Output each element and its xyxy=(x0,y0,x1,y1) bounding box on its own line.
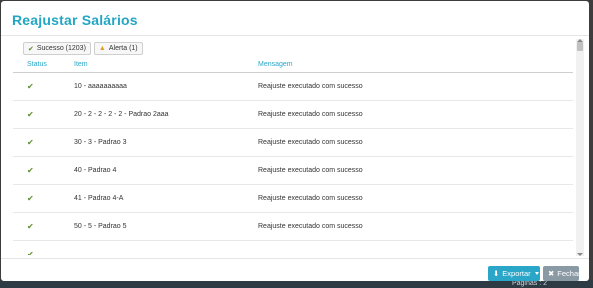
close-button[interactable]: ✖ Fechar xyxy=(543,266,581,281)
status-cell: ✔ xyxy=(13,128,74,157)
message-cell: Reajuste executado com sucesso xyxy=(258,212,573,241)
check-icon: ✔ xyxy=(27,138,34,147)
reajustar-salarios-modal: Reajustar Salários ✔ Sucesso (1203) ▲ Al… xyxy=(1,1,589,281)
results-table-container[interactable]: Status Item Mensagem ✔ 10 - aaaaaaaaaa R… xyxy=(13,57,573,255)
modal-title: Reajustar Salários xyxy=(12,12,138,28)
table-header-row: Status Item Mensagem xyxy=(13,57,573,73)
scroll-down-arrow-icon[interactable] xyxy=(577,253,583,256)
filter-alert-button[interactable]: ▲ Alerta (1) xyxy=(93,42,143,55)
vertical-scrollbar[interactable] xyxy=(576,39,584,256)
filter-success-label: Sucesso (1203) xyxy=(36,45,86,52)
status-cell: ✔ xyxy=(13,240,74,255)
download-icon: ⬇ xyxy=(493,269,500,278)
result-filters: ✔ Sucesso (1203) ▲ Alerta (1) xyxy=(23,42,143,55)
check-icon: ✔ xyxy=(27,110,34,119)
item-cell xyxy=(74,240,258,255)
table-row: ✔ 30 - 3 - Padrao 3 Reajuste executado c… xyxy=(13,128,573,157)
message-cell: Reajuste executado com sucesso xyxy=(258,100,573,129)
message-cell: Reajuste executado com sucesso xyxy=(258,156,573,185)
table-row: ✔ xyxy=(13,240,573,255)
chevron-down-icon xyxy=(534,272,539,275)
scrollbar-thumb[interactable] xyxy=(577,42,583,51)
check-icon: ✔ xyxy=(27,194,34,203)
item-cell: 20 - 2 - 2 - 2 - 2 - Padrao 2aaa xyxy=(74,100,258,129)
check-icon: ✔ xyxy=(27,250,34,255)
background-page-strip: Páginas : 2 xyxy=(0,280,593,288)
item-cell: 41 - Padrao 4-A xyxy=(74,184,258,213)
table-row: ✔ 10 - aaaaaaaaaa Reajuste executado com… xyxy=(13,72,573,101)
item-cell: 30 - 3 - Padrao 3 xyxy=(74,128,258,157)
item-cell: 10 - aaaaaaaaaa xyxy=(74,72,258,101)
table-row: ✔ 41 - Padrao 4-A Reajuste executado com… xyxy=(13,184,573,213)
check-icon: ✔ xyxy=(27,166,34,175)
column-header-status: Status xyxy=(13,57,74,73)
message-cell: Reajuste executado com sucesso xyxy=(258,128,573,157)
column-header-item: Item xyxy=(74,57,258,73)
item-cell: 50 - 5 - Padrao 5 xyxy=(74,212,258,241)
table-row: ✔ 40 - Padrao 4 Reajuste executado com s… xyxy=(13,156,573,185)
message-cell: Reajuste executado com sucesso xyxy=(258,72,573,101)
warning-triangle-icon: ▲ xyxy=(98,45,106,52)
message-cell: Reajuste executado com sucesso xyxy=(258,184,573,213)
status-cell: ✔ xyxy=(13,100,74,129)
footer-divider xyxy=(1,258,589,259)
export-button[interactable]: ⬇ Exportar xyxy=(488,266,540,281)
check-icon: ✔ xyxy=(27,82,34,91)
item-cell: 40 - Padrao 4 xyxy=(74,156,258,185)
status-cell: ✔ xyxy=(13,72,74,101)
title-divider xyxy=(1,35,589,36)
export-label: Exportar xyxy=(502,269,531,278)
status-cell: ✔ xyxy=(13,184,74,213)
status-cell: ✔ xyxy=(13,212,74,241)
close-x-icon: ✖ xyxy=(548,269,555,278)
filter-alert-label: Alerta (1) xyxy=(108,45,138,52)
close-label: Fechar xyxy=(557,269,581,278)
check-icon: ✔ xyxy=(28,45,34,53)
results-table: Status Item Mensagem ✔ 10 - aaaaaaaaaa R… xyxy=(13,57,573,255)
check-icon: ✔ xyxy=(27,222,34,231)
column-header-mensagem: Mensagem xyxy=(258,57,573,73)
status-cell: ✔ xyxy=(13,156,74,185)
background-pagination-label: Páginas : 2 xyxy=(511,280,547,287)
table-row: ✔ 50 - 5 - Padrao 5 Reajuste executado c… xyxy=(13,212,573,241)
table-row: ✔ 20 - 2 - 2 - 2 - 2 - Padrao 2aaa Reaju… xyxy=(13,100,573,129)
filter-success-button[interactable]: ✔ Sucesso (1203) xyxy=(23,42,91,55)
message-cell xyxy=(258,240,573,255)
